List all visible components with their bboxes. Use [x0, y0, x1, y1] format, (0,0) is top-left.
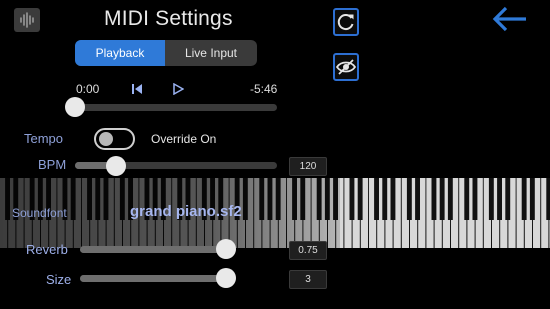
soundfont-label: Soundfont: [12, 206, 67, 220]
refresh-button[interactable]: [333, 8, 359, 36]
skip-back-button[interactable]: [131, 82, 143, 94]
black-key: [464, 178, 470, 220]
progress-track[interactable]: [75, 104, 277, 111]
skip-back-icon: [132, 84, 142, 94]
tab-playback[interactable]: Playback: [75, 40, 165, 66]
black-key: [415, 178, 420, 220]
override-toggle[interactable]: [94, 128, 135, 150]
black-key: [488, 178, 494, 220]
play-icon: [173, 82, 185, 96]
toggle-knob: [99, 132, 113, 146]
tempo-label: Tempo: [24, 131, 64, 146]
black-key: [374, 178, 379, 220]
bpm-label: BPM: [38, 157, 67, 172]
remaining-time: -5:46: [250, 82, 278, 96]
piano-keyboard-background: [0, 178, 550, 248]
page-title: MIDI Settings: [104, 7, 233, 30]
reverb-label: Reverb: [26, 242, 68, 257]
black-key: [406, 178, 412, 220]
override-label: Override On: [151, 132, 217, 146]
toggle-visibility-button[interactable]: [333, 53, 359, 81]
black-key: [529, 178, 535, 220]
black-key: [521, 178, 527, 220]
black-key: [447, 178, 453, 220]
reverb-thumb[interactable]: [216, 239, 236, 259]
mode-segmented-control: Playback Live Input: [75, 40, 257, 66]
black-key: [390, 178, 396, 220]
back-button[interactable]: [492, 6, 528, 32]
black-key: [546, 178, 550, 220]
black-key: [431, 178, 437, 220]
size-label: Size: [46, 272, 72, 287]
black-key: [349, 178, 355, 220]
black-key: [382, 178, 388, 220]
bpm-thumb[interactable]: [106, 156, 126, 176]
eye-off-icon: [335, 59, 357, 75]
back-arrow-icon: [492, 6, 526, 32]
reverb-value[interactable]: 0.75: [289, 241, 327, 260]
soundfont-selector[interactable]: grand piano.sf2: [130, 203, 242, 220]
current-time: 0:00: [76, 82, 100, 96]
black-key: [497, 178, 502, 220]
size-value[interactable]: 3: [289, 270, 327, 289]
progress-thumb[interactable]: [65, 97, 85, 117]
tab-live-input[interactable]: Live Input: [165, 40, 257, 66]
refresh-icon: [337, 14, 354, 31]
size-thumb[interactable]: [216, 268, 236, 288]
black-key: [439, 178, 445, 220]
size-fill: [80, 275, 230, 282]
waveform-icon[interactable]: [14, 8, 40, 32]
reverb-fill: [80, 246, 230, 253]
black-key: [472, 178, 478, 220]
black-key: [505, 178, 511, 220]
play-button[interactable]: [172, 82, 185, 96]
black-key: [357, 178, 363, 220]
bpm-value[interactable]: 120: [289, 157, 327, 176]
